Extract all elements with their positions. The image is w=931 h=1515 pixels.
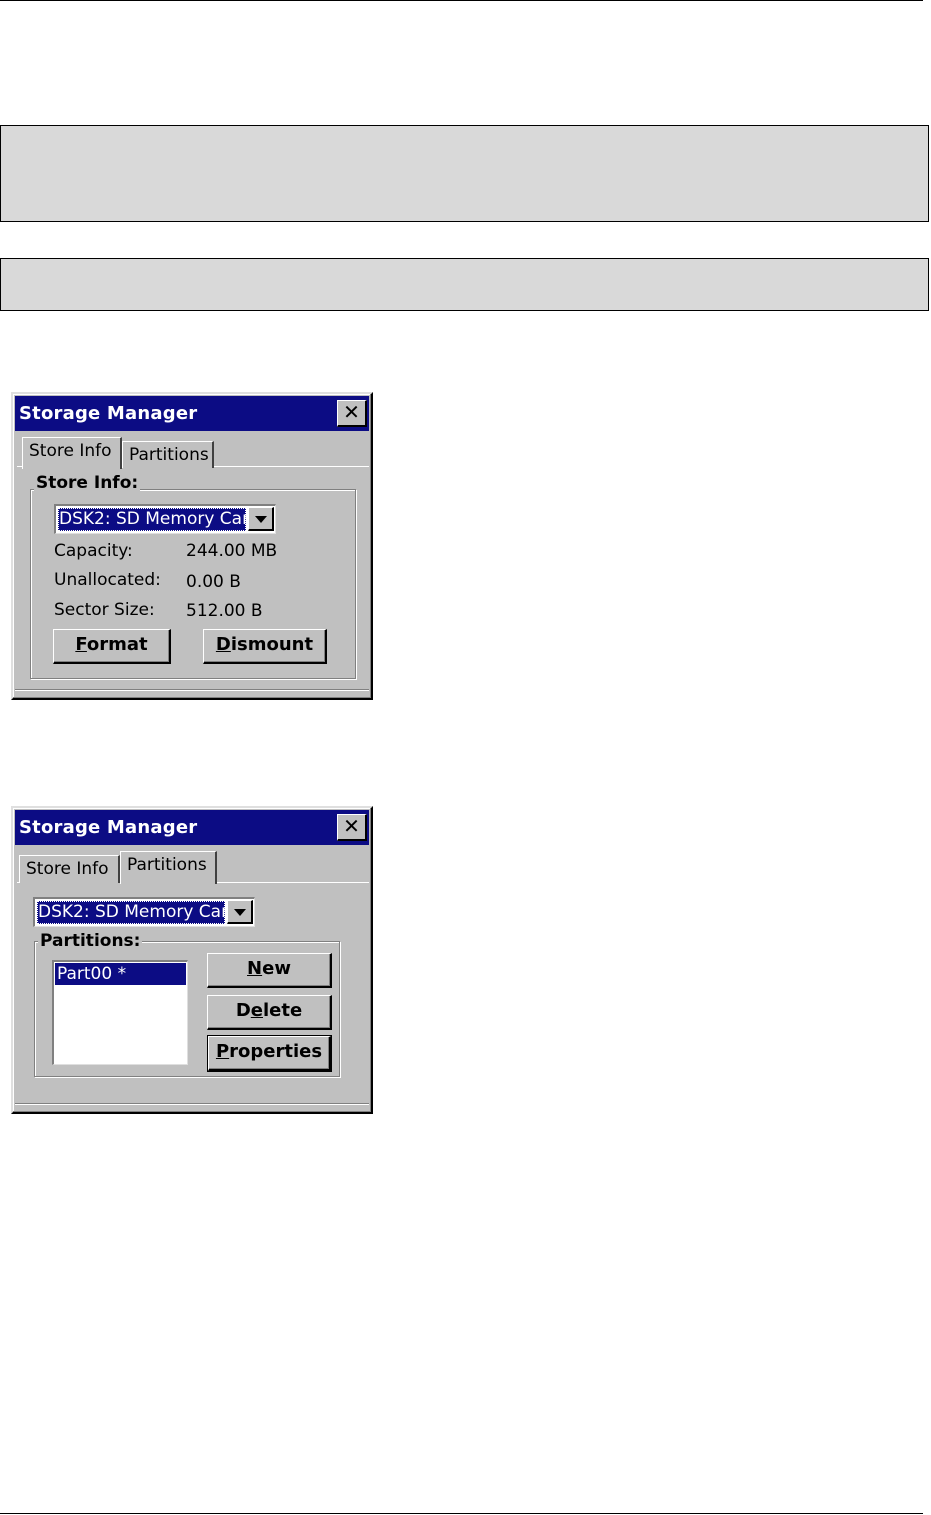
format-button[interactable]: Format: [53, 629, 171, 664]
dialog-bottom-edge: [15, 1103, 369, 1104]
tab-store-info[interactable]: Store Info: [19, 855, 120, 883]
store-info-group-label: Store Info:: [34, 473, 141, 493]
capacity-label: Capacity:: [54, 541, 133, 561]
store-select[interactable]: DSK2: SD Memory Car: [54, 504, 276, 534]
storage-manager-dialog-partitions: Storage Manager ✕ Store Info Partitions …: [11, 806, 373, 1114]
new-label: ew: [262, 958, 291, 979]
dismount-button[interactable]: Dismount: [203, 629, 327, 664]
new-mnemonic: N: [247, 958, 263, 979]
tab-partitions[interactable]: Partitions: [120, 851, 217, 884]
tab-label: Partitions: [127, 855, 207, 875]
dismount-label: ismount: [230, 634, 314, 655]
delete-label-start: D: [235, 1000, 251, 1021]
page-bottom-rule: [0, 1513, 923, 1514]
format-label: ormat: [86, 634, 148, 655]
storage-manager-dialog-store-info: Storage Manager ✕ Store Info Partitions …: [11, 392, 373, 700]
chevron-down-icon[interactable]: [227, 900, 253, 924]
close-button[interactable]: ✕: [337, 814, 367, 841]
dialog-bottom-edge: [15, 689, 369, 690]
dialog-title: Storage Manager: [19, 403, 198, 424]
note-box-1: [0, 125, 929, 222]
dialog-title: Storage Manager: [19, 817, 198, 838]
properties-label: roperties: [229, 1041, 323, 1062]
title-bar[interactable]: Storage Manager ✕: [15, 396, 369, 431]
note-box-2: [0, 258, 929, 311]
title-bar[interactable]: Storage Manager ✕: [15, 810, 369, 845]
delete-label-end: lete: [262, 1000, 303, 1021]
sector-size-label: Sector Size:: [54, 600, 155, 620]
dismount-mnemonic: D: [215, 634, 231, 655]
capacity-value: 244.00 MB: [186, 541, 278, 561]
delete-button[interactable]: Delete: [207, 995, 332, 1030]
page-top-rule: [0, 0, 923, 1]
close-icon: ✕: [343, 814, 360, 838]
tab-store-info[interactable]: Store Info: [22, 437, 122, 469]
chevron-down-icon[interactable]: [248, 507, 274, 531]
list-item[interactable]: Part00 *: [55, 963, 186, 985]
properties-mnemonic: P: [215, 1041, 230, 1062]
new-button[interactable]: New: [207, 953, 332, 988]
unallocated-label: Unallocated:: [54, 570, 161, 590]
partitions-list[interactable]: Part00 *: [52, 960, 188, 1065]
store-select-value: DSK2: SD Memory Car: [58, 508, 246, 531]
tab-label: Store Info: [29, 441, 112, 461]
partitions-group-label: Partitions:: [38, 931, 143, 951]
unallocated-value: 0.00 B: [186, 572, 241, 592]
store-select-value: DSK2: SD Memory Car: [37, 901, 225, 924]
store-select[interactable]: DSK2: SD Memory Car: [33, 897, 255, 927]
format-mnemonic: F: [75, 634, 87, 655]
tab-partitions[interactable]: Partitions: [122, 441, 214, 468]
tab-label: Partitions: [129, 445, 209, 465]
close-icon: ✕: [343, 400, 360, 424]
delete-mnemonic: e: [250, 1000, 263, 1021]
tab-label: Store Info: [26, 859, 109, 879]
properties-button[interactable]: Properties: [207, 1035, 332, 1072]
close-button[interactable]: ✕: [337, 400, 367, 427]
sector-size-value: 512.00 B: [186, 601, 263, 621]
